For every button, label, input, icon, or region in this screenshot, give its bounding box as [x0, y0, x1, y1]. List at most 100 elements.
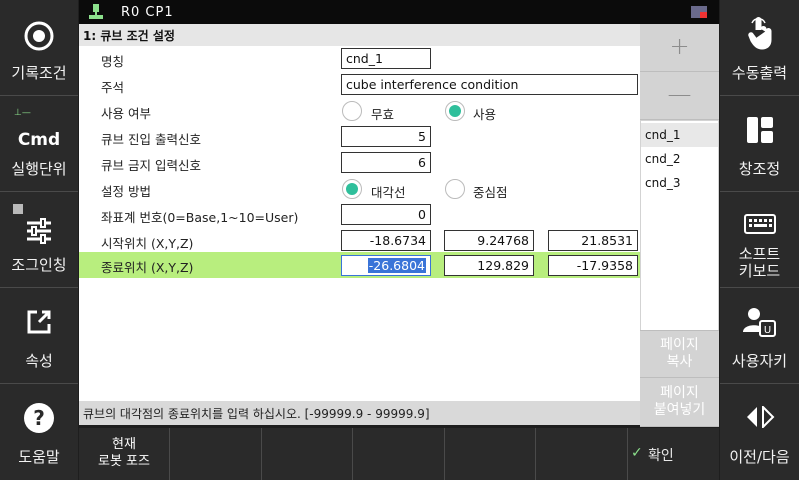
properties-button[interactable]: 속성	[0, 288, 78, 384]
cmd-icon: Cmd	[17, 130, 61, 150]
end-x-selected-text: -26.6804	[367, 258, 426, 273]
page-paste-button[interactable]: 페이지 붙여넣기	[640, 378, 719, 427]
jog-indicator	[13, 204, 23, 214]
function-slot-4[interactable]	[353, 428, 445, 480]
teach-pendant-screen: 기록조건 ⊥— Cmd 실행단위 조그인칭 속성 ? 도움말 R0 CP1 1:…	[0, 0, 799, 480]
cube-condition-form: 1: 큐브 조건 설정 명칭 cnd_1 주석 cube interferenc…	[79, 24, 640, 401]
soft-keyboard-button[interactable]: 소프트 키보드	[720, 192, 799, 288]
comment-field[interactable]: cube interference condition	[341, 74, 638, 95]
manual-output-button[interactable]: 수동출력	[720, 0, 799, 96]
list-item[interactable]: cnd_3	[641, 171, 718, 195]
help-label: 도움말	[18, 448, 60, 466]
row-end-pos: 종료위치 (X,Y,Z) -26.6804 129.829 -17.9358	[79, 252, 640, 278]
start-x-field[interactable]: -18.6734	[341, 230, 431, 251]
method-label: 설정 방법	[101, 184, 151, 199]
function-slot-6[interactable]	[536, 428, 628, 480]
start-y-field[interactable]: 9.24768	[444, 230, 534, 251]
use-label: 사용 여부	[101, 106, 151, 121]
forbid-input-field[interactable]: 6	[341, 152, 431, 173]
row-enter-output: 큐브 진입 출력신호 5	[79, 124, 640, 150]
record-condition-label: 기록조건	[11, 64, 67, 82]
page-copy-line2: 복사	[666, 354, 693, 370]
row-name: 명칭 cnd_1	[79, 46, 640, 72]
row-use: 사용 여부 무효 사용	[79, 98, 640, 124]
bottom-function-bar: 현재 로봇 포즈 ✓ 확인	[79, 428, 719, 480]
jog-inching-label: 조그인칭	[11, 256, 67, 274]
row-comment: 주석 cube interference condition	[79, 72, 640, 98]
alarm-flag-icon	[691, 6, 707, 18]
user-key-icon: U	[720, 306, 799, 342]
prev-next-label: 이전/다음	[729, 448, 790, 466]
prev-next-icon	[720, 404, 799, 432]
end-y-field[interactable]: 129.829	[444, 255, 534, 276]
touch-hand-icon	[720, 16, 799, 54]
end-pos-label: 종료위치 (X,Y,Z)	[101, 260, 194, 275]
execution-unit-label: 실행단위	[11, 160, 67, 178]
step-icon: ⊥—	[14, 108, 31, 118]
list-item[interactable]: cnd_2	[641, 147, 718, 171]
form-title: 1: 큐브 조건 설정	[79, 24, 640, 46]
remove-condition-button[interactable]: —	[640, 72, 719, 120]
use-enabled-label: 사용	[473, 107, 497, 122]
function-slot-3[interactable]	[262, 428, 353, 480]
use-enabled-radio[interactable]	[445, 101, 465, 121]
row-forbid-input: 큐브 금지 입력신호 6	[79, 150, 640, 176]
method-diagonal-label: 대각선	[371, 185, 406, 200]
window-layout-icon	[720, 116, 799, 148]
sliders-icon	[0, 218, 78, 248]
soft-keyboard-line2: 키보드	[738, 262, 781, 280]
end-z-field[interactable]: -17.9358	[548, 255, 638, 276]
coord-label: 좌표계 번호(0=Base,1~10=User)	[101, 210, 299, 225]
input-hint: 큐브의 대각점의 종료위치를 입력 하십시오. [-99999.9 - 9999…	[79, 401, 640, 425]
condition-list: cnd_1 cnd_2 cnd_3	[641, 121, 718, 353]
confirm-button[interactable]: ✓ 확인	[628, 428, 719, 480]
window-adjust-button[interactable]: 창조정	[720, 96, 799, 192]
page-copy-line1: 페이지	[660, 337, 699, 353]
confirm-label: 확인	[648, 448, 674, 464]
robot-pose-button[interactable]: 현재 로봇 포즈	[79, 428, 170, 480]
row-method: 설정 방법 대각선 중심점	[79, 176, 640, 202]
page-paste-line1: 페이지	[660, 385, 699, 401]
user-key-button[interactable]: U 사용자키	[720, 288, 799, 384]
robot-pose-line1: 현재	[112, 437, 136, 452]
record-icon	[0, 20, 78, 56]
enter-output-field[interactable]: 5	[341, 126, 431, 147]
row-coord: 좌표계 번호(0=Base,1~10=User) 0	[79, 202, 640, 228]
list-item[interactable]: cnd_1	[641, 123, 718, 147]
end-x-field[interactable]: -26.6804	[341, 255, 431, 276]
name-field[interactable]: cnd_1	[341, 48, 431, 69]
record-condition-button[interactable]: 기록조건	[0, 0, 78, 96]
use-disabled-label: 무효	[371, 107, 395, 122]
left-sidebar: 기록조건 ⊥— Cmd 실행단위 조그인칭 속성 ? 도움말	[0, 0, 78, 480]
start-z-field[interactable]: 21.8531	[548, 230, 638, 251]
name-label: 명칭	[101, 54, 125, 69]
row-start-pos: 시작위치 (X,Y,Z) -18.6734 9.24768 21.8531	[79, 228, 640, 254]
robot-program-label: R0 CP1	[121, 5, 174, 20]
manual-output-label: 수동출력	[731, 64, 788, 82]
properties-label: 속성	[25, 352, 53, 370]
soft-keyboard-label: 소프트 키보드	[720, 246, 799, 280]
condition-list-panel: + — cnd_1 cnd_2 cnd_3 페이지 복사 페이지 붙여넣기	[640, 24, 719, 427]
function-slot-2[interactable]	[170, 428, 262, 480]
right-sidebar: 수동출력 창조정 소프트 키보드 U 사용자키 이전/다음	[720, 0, 799, 480]
robot-status-icon	[89, 4, 103, 20]
page-paste-line2: 붙여넣기	[653, 402, 706, 418]
add-condition-button[interactable]: +	[640, 24, 719, 72]
user-key-label: 사용자키	[731, 352, 788, 370]
method-center-label: 중심점	[473, 185, 508, 200]
help-button[interactable]: ? 도움말	[0, 384, 78, 480]
method-diagonal-radio[interactable]	[342, 179, 362, 199]
enter-output-label: 큐브 진입 출력신호	[101, 132, 201, 147]
page-copy-button[interactable]: 페이지 복사	[640, 330, 719, 378]
check-icon: ✓	[631, 445, 643, 461]
coord-field[interactable]: 0	[341, 204, 431, 225]
method-center-radio[interactable]	[445, 179, 465, 199]
use-disabled-radio[interactable]	[342, 101, 362, 121]
start-pos-label: 시작위치 (X,Y,Z)	[101, 236, 194, 251]
prev-next-button[interactable]: 이전/다음	[720, 384, 799, 480]
svg-text:?: ?	[33, 406, 45, 430]
execution-unit-button[interactable]: ⊥— Cmd 실행단위	[0, 96, 78, 192]
function-slot-5[interactable]	[445, 428, 536, 480]
jog-inching-button[interactable]: 조그인칭	[0, 192, 78, 288]
forbid-input-label: 큐브 금지 입력신호	[101, 158, 201, 173]
